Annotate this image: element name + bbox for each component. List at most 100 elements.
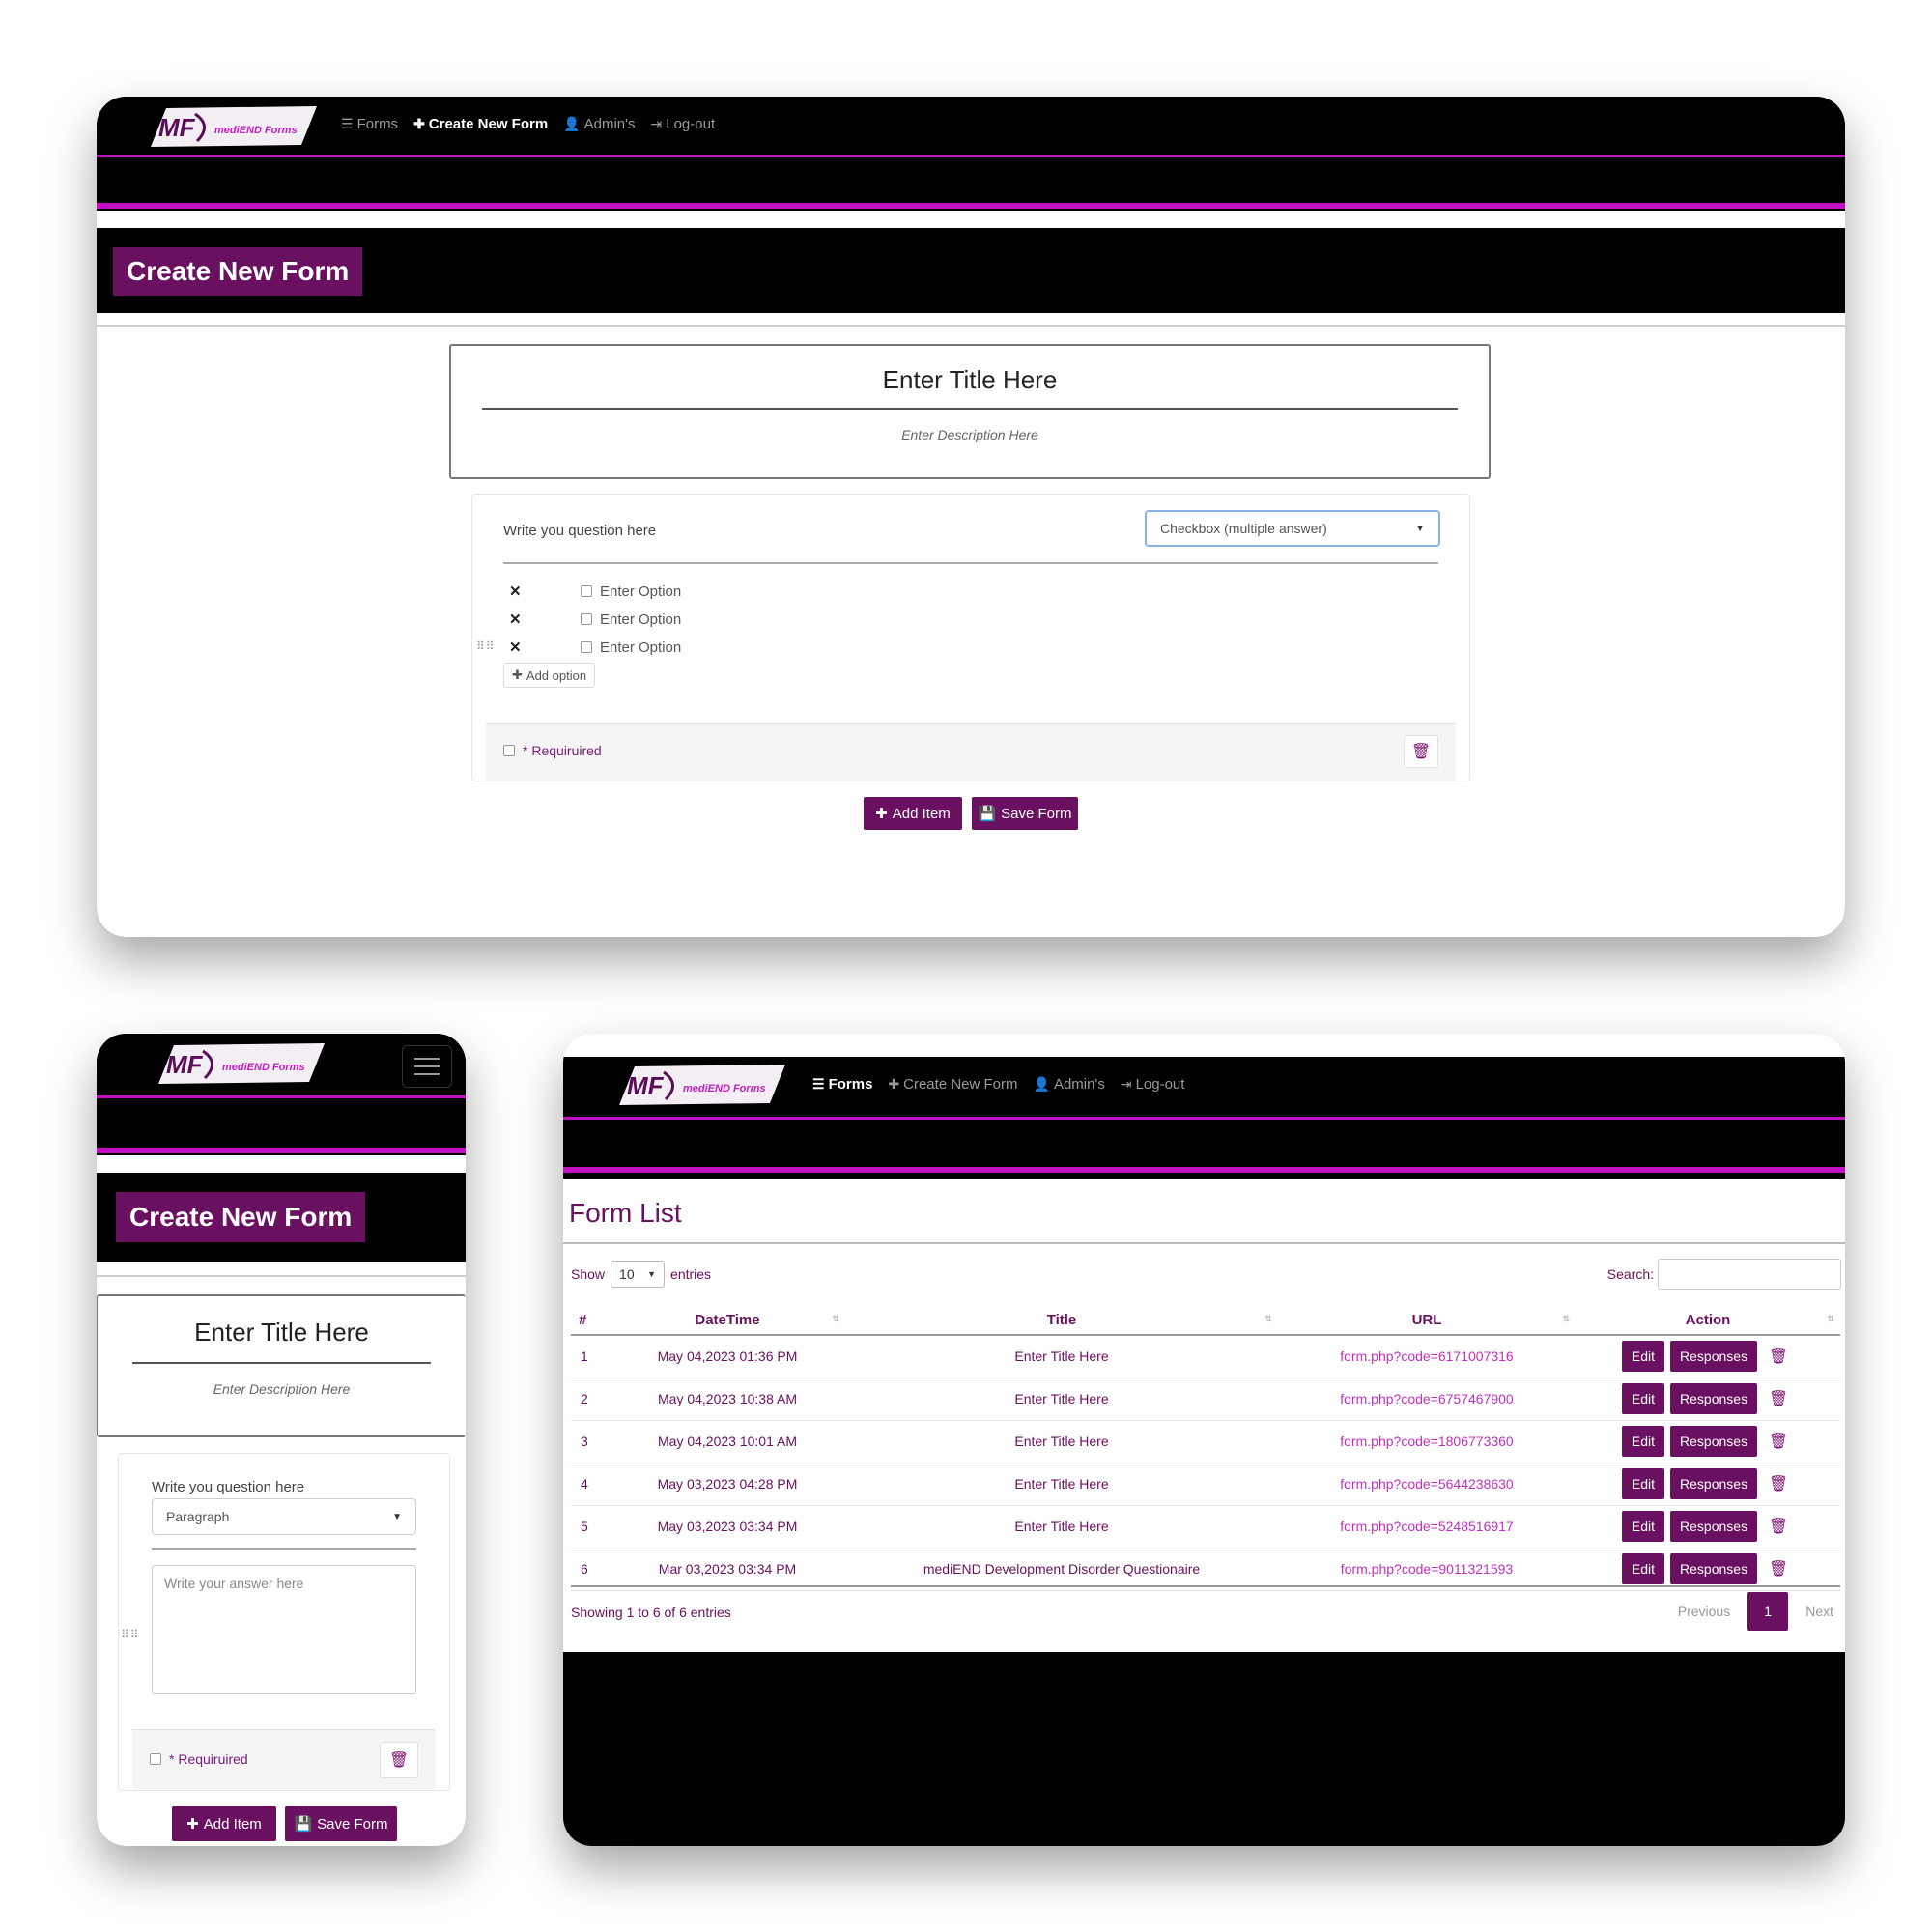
form-title-input[interactable]: Enter Title Here: [451, 365, 1489, 395]
row-actions: Edit Responses 🗑: [1576, 1378, 1840, 1421]
add-option-label: Add option: [526, 668, 587, 683]
edit-button[interactable]: Edit: [1621, 1511, 1665, 1542]
add-item-button[interactable]: ✚ Add Item: [172, 1806, 276, 1841]
title-card: Enter Title Here Enter Description Here: [97, 1294, 466, 1437]
edit-button[interactable]: Edit: [1621, 1553, 1665, 1584]
drag-handle-icon[interactable]: ⠿⠿: [476, 639, 496, 653]
row-actions: Edit Responses 🗑: [1576, 1335, 1840, 1378]
nav-logout[interactable]: ⇥ Log-out: [651, 116, 716, 132]
nav-logout[interactable]: ⇥ Log-out: [1121, 1076, 1185, 1093]
next-page-button[interactable]: Next: [1805, 1604, 1833, 1619]
row-url-link[interactable]: form.php?code=1806773360: [1278, 1420, 1576, 1463]
row-num: 2: [571, 1378, 610, 1421]
column-header-num[interactable]: #: [571, 1306, 610, 1336]
trash-icon[interactable]: 🗑: [1763, 1466, 1794, 1501]
nav-create-new-form[interactable]: ✚ Create New Form: [888, 1076, 1017, 1093]
trash-icon[interactable]: 🗑: [1763, 1551, 1794, 1586]
responses-button[interactable]: Responses: [1670, 1511, 1758, 1542]
nav-create-new-form[interactable]: ✚ Create New Form: [413, 116, 548, 132]
edit-button[interactable]: Edit: [1621, 1341, 1665, 1373]
logout-icon: ⇥: [650, 116, 663, 131]
logo-mark: MF: [166, 1050, 204, 1079]
row-num: 5: [571, 1505, 610, 1548]
column-header-datetime[interactable]: DateTime ⇅: [610, 1306, 845, 1336]
row-url-link[interactable]: form.php?code=9011321593: [1278, 1548, 1576, 1591]
edit-button[interactable]: Edit: [1621, 1426, 1665, 1457]
chevron-down-icon: ▼: [647, 1269, 657, 1279]
edit-button[interactable]: Edit: [1621, 1383, 1665, 1414]
required-label: * Requiruired: [523, 743, 602, 758]
navbar: MF mediEND Forms ☰ Forms ✚ Create New Form…: [97, 97, 1845, 211]
option-input[interactable]: Enter Option: [600, 583, 681, 600]
row-num: 1: [571, 1335, 610, 1378]
required-checkbox[interactable]: [503, 745, 515, 756]
responses-button[interactable]: Responses: [1670, 1468, 1758, 1499]
row-url-link[interactable]: form.php?code=5248516917: [1278, 1505, 1576, 1548]
responses-button[interactable]: Responses: [1670, 1426, 1758, 1457]
nav-divider: [563, 1117, 1845, 1120]
delete-question-button[interactable]: 🗑: [1404, 735, 1438, 768]
question-input[interactable]: Write you question here: [152, 1479, 304, 1495]
brand-logo[interactable]: MF mediEND Forms: [602, 1063, 789, 1107]
question-type-select[interactable]: Paragraph ▼: [152, 1498, 416, 1535]
entries-value: 10: [619, 1266, 635, 1282]
brand-logo[interactable]: MF mediEND Forms: [137, 104, 317, 149]
row-url-link[interactable]: form.php?code=5644238630: [1278, 1463, 1576, 1506]
responses-button[interactable]: Responses: [1670, 1383, 1758, 1414]
drag-handle-icon[interactable]: ⠿⠿: [121, 1628, 140, 1641]
previous-page-button[interactable]: Previous: [1678, 1604, 1730, 1619]
form-description-input[interactable]: Enter Description Here: [451, 427, 1489, 442]
entries-length-control: Show 10 ▼ entries: [571, 1261, 711, 1288]
table-row: 5 May 03,2023 03:34 PM Enter Title Here …: [571, 1505, 1840, 1548]
nav-forms[interactable]: ☰ Forms: [812, 1076, 872, 1093]
row-url-link[interactable]: form.php?code=6171007316: [1278, 1335, 1576, 1378]
nav-admins-label: Admin's: [583, 116, 636, 132]
required-label: * Requiruired: [169, 1751, 248, 1767]
nav-forms[interactable]: ☰ Forms: [341, 116, 398, 132]
entries-select[interactable]: 10 ▼: [611, 1261, 666, 1288]
trash-icon[interactable]: 🗑: [1763, 1339, 1794, 1374]
required-toggle[interactable]: * Requiruired: [150, 1751, 248, 1767]
title-underline: [132, 1362, 431, 1364]
question-input[interactable]: Write you question here: [503, 523, 656, 539]
column-label: Action: [1685, 1312, 1731, 1328]
trash-icon[interactable]: 🗑: [1763, 1424, 1794, 1459]
edit-button[interactable]: Edit: [1621, 1468, 1665, 1499]
trash-icon[interactable]: 🗑: [1763, 1509, 1794, 1544]
question-type-value: Paragraph: [166, 1509, 230, 1524]
close-icon[interactable]: ✕: [503, 639, 581, 656]
question-type-select[interactable]: Checkbox (multiple answer) ▼: [1145, 510, 1440, 547]
column-header-title[interactable]: Title ⇅: [845, 1306, 1278, 1336]
current-page-button[interactable]: 1: [1747, 1592, 1789, 1631]
delete-question-button[interactable]: 🗑: [380, 1742, 418, 1778]
close-icon[interactable]: ✕: [503, 611, 581, 628]
responses-button[interactable]: Responses: [1670, 1341, 1758, 1373]
save-form-button[interactable]: 💾 Save Form: [972, 797, 1078, 830]
nav-admins[interactable]: 👤 Admin's: [1034, 1076, 1105, 1093]
option-input[interactable]: Enter Option: [600, 611, 681, 628]
required-checkbox[interactable]: [150, 1753, 161, 1765]
question-footer: * Requiruired 🗑: [132, 1729, 436, 1789]
row-url-link[interactable]: form.php?code=6757467900: [1278, 1378, 1576, 1421]
answer-textarea[interactable]: Write your answer here: [152, 1565, 416, 1694]
search-input[interactable]: [1658, 1259, 1841, 1290]
close-icon[interactable]: ✕: [503, 582, 581, 600]
responses-button[interactable]: Responses: [1670, 1553, 1758, 1584]
row-title: Enter Title Here: [845, 1420, 1278, 1463]
save-form-button[interactable]: 💾 Save Form: [285, 1806, 397, 1841]
nav-admins[interactable]: 👤 Admin's: [563, 116, 635, 132]
form-description-input[interactable]: Enter Description Here: [98, 1381, 466, 1397]
column-header-url[interactable]: URL ⇅: [1278, 1306, 1576, 1336]
save-icon: 💾: [294, 1816, 313, 1833]
column-header-action[interactable]: Action ⇅: [1576, 1306, 1840, 1336]
add-option-button[interactable]: ✚ Add option: [503, 663, 596, 688]
option-input[interactable]: Enter Option: [600, 639, 681, 656]
trash-icon[interactable]: 🗑: [1763, 1381, 1794, 1416]
form-title-input[interactable]: Enter Title Here: [98, 1318, 466, 1348]
hamburger-icon[interactable]: [402, 1045, 452, 1088]
required-toggle[interactable]: * Requiruired: [503, 743, 602, 758]
brand-logo[interactable]: MF mediEND Forms: [141, 1041, 328, 1086]
plus-icon: ✚: [512, 668, 523, 682]
show-label: Show: [571, 1266, 606, 1282]
add-item-button[interactable]: ✚ Add Item: [864, 797, 962, 830]
